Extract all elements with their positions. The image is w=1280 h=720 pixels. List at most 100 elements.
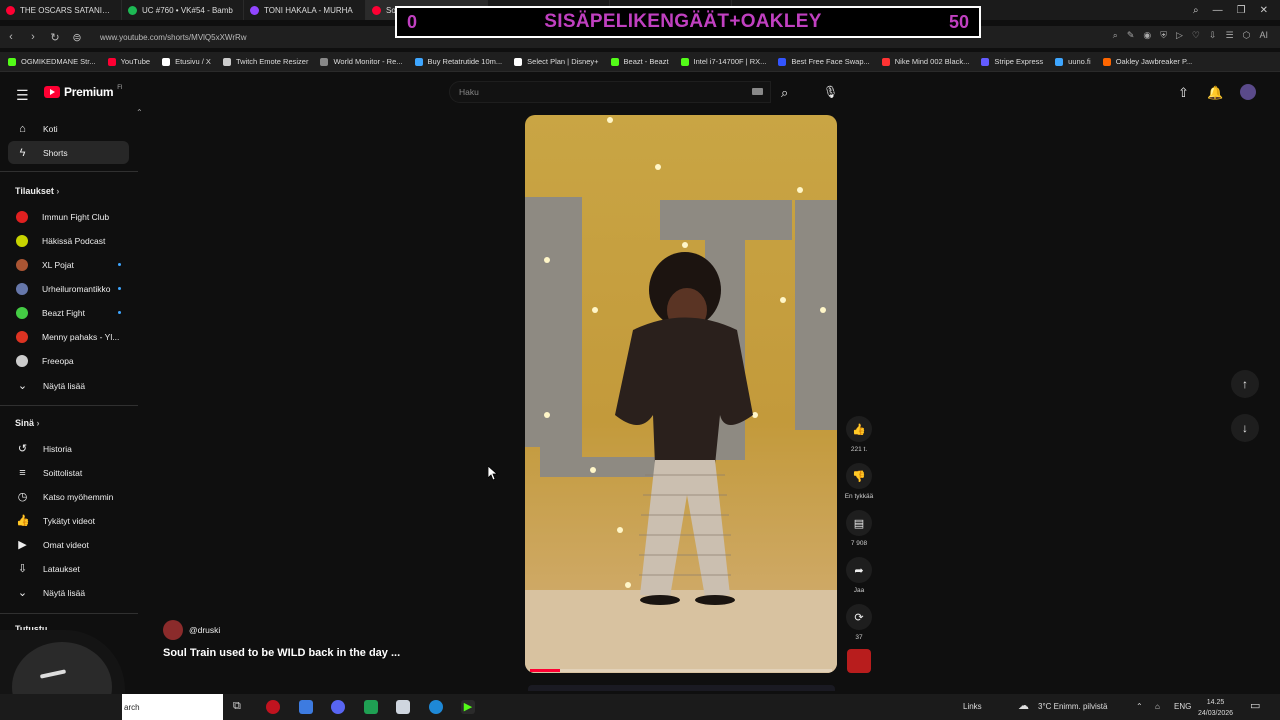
sidebar-item-like[interactable]: 👍 Tykätyt videot — [8, 509, 129, 532]
reload-icon[interactable]: ↻ — [44, 31, 66, 44]
bookmark-favicon-icon — [162, 57, 171, 66]
url-field[interactable]: www.youtube.com/shorts/MVlQ5xXWrRw — [100, 33, 247, 42]
bookmark-item[interactable]: Best Free Face Swap... — [778, 57, 870, 66]
remix-button[interactable]: ⟳ 37 — [843, 604, 875, 641]
discord-icon[interactable] — [331, 700, 345, 714]
sidebar-item-download[interactable]: ⇩ Lataukset — [8, 557, 129, 580]
channel-avatar — [16, 331, 28, 343]
shield-app-icon[interactable] — [396, 700, 410, 714]
language-indicator[interactable]: ENG — [1174, 702, 1191, 711]
notification-center-icon[interactable]: ▭ — [1250, 699, 1260, 712]
task-view-icon[interactable]: ⧉ — [233, 700, 241, 713]
bookmark-item[interactable]: Beazt - Beazt — [610, 57, 669, 66]
edit-icon[interactable]: ✎ — [1127, 30, 1135, 41]
bookmark-item[interactable]: uuno.fi — [1055, 57, 1091, 66]
bookmark-item[interactable]: Twitch Emote Resizer — [222, 57, 308, 66]
kick-stream-icon[interactable]: ▶ — [461, 700, 475, 714]
youtube-premium-logo[interactable]: Premium FI — [44, 85, 123, 99]
next-short-button[interactable]: ↓ — [1231, 414, 1259, 442]
forward-icon[interactable]: › — [22, 31, 44, 43]
keyboard-icon[interactable] — [752, 88, 763, 95]
subscription-item[interactable]: Menny pahaks - Yl... — [8, 326, 129, 349]
edge-icon[interactable] — [429, 700, 443, 714]
new-content-dot — [118, 287, 121, 291]
camera-icon[interactable]: ◉ — [1143, 30, 1151, 41]
weather-text[interactable]: 3°C Enimm. pilvistä — [1038, 702, 1107, 711]
search-icon[interactable]: ⌕ — [781, 85, 788, 101]
search-tabs-icon[interactable]: ⌕ — [1193, 5, 1199, 16]
bookmark-item[interactable]: Etusivu / X — [162, 57, 211, 66]
bookmark-item[interactable]: Oakley Jawbreaker P... — [1102, 57, 1192, 66]
search-input[interactable]: Haku — [449, 81, 771, 103]
bookmark-item[interactable]: Intel i7-14700F | RX... — [680, 57, 766, 66]
opera-gx-icon[interactable] — [266, 700, 280, 714]
download-icon[interactable]: ⇩ — [1209, 30, 1217, 41]
dislike-button[interactable]: 👎 En tykkää — [843, 463, 875, 500]
sidebar-item-home[interactable]: ⌂ Koti — [8, 117, 129, 140]
heart-icon[interactable]: ♡ — [1192, 30, 1200, 41]
sidebar-item-watch-later[interactable]: ◷ Katso myöhemmin — [8, 485, 129, 508]
notifications-bell-icon[interactable]: 🔔 — [1207, 85, 1223, 101]
sound-channel-thumbnail[interactable] — [847, 649, 871, 673]
maximize-icon[interactable]: ❐ — [1237, 5, 1246, 16]
streamlabs-icon[interactable] — [299, 700, 313, 714]
sidebar-item-shorts[interactable]: ϟ Shorts — [8, 141, 129, 164]
links-toolbar[interactable]: Links — [963, 702, 982, 711]
shield-icon[interactable]: ⛨ — [1160, 30, 1167, 41]
ai-icon[interactable]: AI — [1259, 30, 1268, 41]
previous-short-button[interactable]: ↑ — [1231, 370, 1259, 398]
show-more-subscriptions[interactable]: ⌄ Näytä lisää — [8, 374, 129, 397]
subscription-item[interactable]: Immun Fight Club — [8, 205, 129, 228]
sidebar-item-playlist[interactable]: ≡ Soittolistat — [8, 461, 129, 484]
close-window-icon[interactable]: ✕ — [1260, 5, 1268, 16]
minimize-icon[interactable]: — — [1213, 5, 1223, 16]
bookmark-item[interactable]: Stripe Express — [981, 57, 1043, 66]
zoom-icon[interactable]: ⌕ — [1113, 30, 1118, 41]
subscriptions-heading[interactable]: Tilaukset › — [15, 186, 59, 196]
bookmark-item[interactable]: YouTube — [107, 57, 150, 66]
sidebar-item-my-videos[interactable]: ▶ Omat videot — [8, 533, 129, 556]
like-button[interactable]: 👍 221 t. — [843, 416, 875, 453]
account-avatar[interactable] — [1240, 84, 1256, 100]
channel-row[interactable]: @druski — [163, 620, 220, 640]
browser-tab[interactable]: UC #760 • VK#54 - Bamb — [122, 0, 244, 20]
share-button[interactable]: ➦ Jaa — [843, 557, 875, 594]
browser-tab[interactable]: THE OSCARS SATANIC RIT — [0, 0, 122, 20]
sidebar-item-history[interactable]: ↺ Historia — [8, 437, 129, 460]
subscription-item[interactable]: Urheiluromantikko — [8, 277, 129, 300]
play-icon[interactable]: ▷ — [1176, 30, 1183, 41]
bookmark-item[interactable]: Buy Retatrutide 10m... — [414, 57, 502, 66]
you-heading[interactable]: Sinä › — [15, 418, 40, 428]
show-more-you[interactable]: ⌄ Näytä lisää — [8, 581, 129, 604]
short-title[interactable]: Soul Train used to be WILD back in the d… — [163, 647, 400, 659]
video-progress-track[interactable] — [530, 669, 832, 672]
upload-icon[interactable]: ⇧ — [1178, 85, 1189, 101]
comments-button[interactable]: ▤ 7 908 — [843, 510, 875, 547]
taskbar-clock[interactable]: 14.25 24/03/2026 — [1198, 697, 1233, 719]
back-icon[interactable]: ‹ — [0, 31, 22, 43]
bookmark-item[interactable]: Select Plan | Disney+ — [514, 57, 599, 66]
site-info-icon[interactable]: ⊜ — [66, 31, 88, 44]
network-icon[interactable]: ⌂ — [1155, 702, 1160, 711]
channel-avatar[interactable] — [163, 620, 183, 640]
sidebar-scroll-up-icon[interactable]: ⌃ — [136, 108, 143, 117]
subscription-item[interactable]: XL Pojat — [8, 253, 129, 276]
subscription-item[interactable]: Beazt Fight — [8, 301, 129, 324]
shorts-video-frame[interactable] — [525, 115, 837, 673]
sidebar-item-label: Lataukset — [43, 563, 80, 574]
channel-name[interactable]: @druski — [189, 625, 220, 635]
microphone-icon[interactable]: 🎙 — [823, 85, 838, 99]
subscription-item[interactable]: Freeopa — [8, 350, 129, 373]
bookmark-item[interactable]: Nike Mind 002 Black... — [881, 57, 969, 66]
menu-lines-icon[interactable]: ☰ — [1226, 30, 1234, 41]
bookmark-item[interactable]: OGMIKEDMANE Str... — [8, 57, 96, 66]
tray-chevron-icon[interactable]: ⌃ — [1136, 702, 1143, 711]
weather-cloud-icon[interactable]: ☁ — [1018, 699, 1029, 712]
bookmark-item[interactable]: World Monitor - Re... — [320, 57, 403, 66]
subscription-item[interactable]: Häkissä Podcast — [8, 229, 129, 252]
browser-tab[interactable]: TONI HAKALA - MURHA — [244, 0, 366, 20]
taskbar-search-box[interactable]: arch — [122, 694, 223, 720]
hamburger-menu-icon[interactable]: ☰ — [16, 87, 29, 104]
extension-icon[interactable]: ⬡ — [1243, 30, 1251, 41]
spreadsheet-app-icon[interactable] — [364, 700, 378, 714]
